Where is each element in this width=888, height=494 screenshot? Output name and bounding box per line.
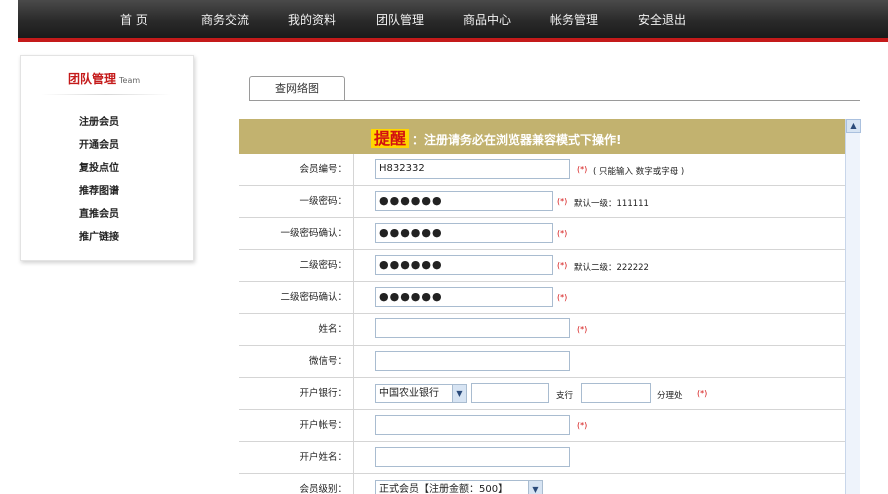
member-id-required: (*): [577, 165, 588, 174]
chevron-down-icon: ▼: [452, 385, 466, 402]
nav-profile[interactable]: 我的资料: [288, 11, 336, 28]
form-row-pwd1: 一级密码： ●●●●●● (*) 默认一级：111111: [239, 186, 845, 218]
account-no-required: (*): [577, 421, 588, 430]
bank-sub-branch-label: 分理处: [657, 391, 683, 401]
form-row-bank: 开户银行： 中国农业银行 ▼ 支行 分理处 (*): [239, 378, 845, 410]
form-scrollbar[interactable]: ▲: [845, 119, 861, 494]
wechat-input[interactable]: [375, 351, 570, 371]
sidebar-title: 团队管理 Team: [68, 70, 140, 87]
form-row-pwd1-confirm: 一级密码确认： ●●●●●● (*): [239, 218, 845, 250]
tab-divider: [249, 100, 860, 101]
notice-highlight: 提醒: [371, 129, 410, 148]
pwd1-confirm-label: 一级密码确认：: [239, 218, 354, 250]
notice-text: ：注册请务必在浏览器兼容模式下操作!: [412, 133, 622, 147]
pwd1-input[interactable]: ●●●●●●: [375, 191, 553, 211]
sidebar: 团队管理 Team 注册会员 开通会员 复投点位 推荐图谱 直推会员 推广链接: [20, 55, 194, 261]
sidebar-item-referral-map[interactable]: 推荐图谱: [79, 182, 119, 197]
nav-logout[interactable]: 安全退出: [638, 11, 686, 28]
wechat-label: 微信号：: [239, 346, 354, 378]
nav-home[interactable]: 首 页: [120, 11, 148, 28]
register-form: 会员编号： H832332 (*) ( 只能输入 数字或字母 ) 一级密码： ●…: [239, 154, 845, 494]
member-id-label: 会员编号：: [239, 154, 354, 186]
bank-select-value: 中国农业银行: [379, 388, 439, 399]
form-row-account-no: 开户帐号： (*): [239, 410, 845, 442]
bank-label: 开户银行：: [239, 378, 354, 410]
scroll-up-arrow-icon[interactable]: ▲: [846, 119, 861, 133]
nav-team[interactable]: 团队管理: [376, 11, 424, 28]
pwd1-required: (*): [557, 197, 568, 206]
form-row-pwd2: 二级密码： ●●●●●● (*) 默认二级：222222: [239, 250, 845, 282]
nav-accounts[interactable]: 帐务管理: [550, 11, 598, 28]
account-name-label: 开户姓名：: [239, 442, 354, 474]
tab-network-map[interactable]: 查网络图: [249, 76, 345, 101]
account-name-input[interactable]: [375, 447, 570, 467]
form-row-level: 会员级别： 正式会员【注册金额：500】 ▼: [239, 474, 845, 494]
chevron-down-icon: ▼: [528, 481, 542, 494]
bank-select[interactable]: 中国农业银行 ▼: [375, 384, 467, 403]
sidebar-title-en: Team: [119, 76, 141, 85]
account-no-label: 开户帐号：: [239, 410, 354, 442]
sidebar-item-promo-link[interactable]: 推广链接: [79, 228, 119, 243]
nav-business[interactable]: 商务交流: [201, 11, 249, 28]
form-row-pwd2-confirm: 二级密码确认： ●●●●●● (*): [239, 282, 845, 314]
sidebar-item-register[interactable]: 注册会员: [79, 113, 119, 128]
nav-accent-bar: [18, 38, 888, 42]
pwd2-confirm-required: (*): [557, 293, 568, 302]
notice-banner: 提醒 ：注册请务必在浏览器兼容模式下操作!: [239, 119, 845, 154]
form-row-name: 姓名： (*): [239, 314, 845, 346]
nav-products[interactable]: 商品中心: [463, 11, 511, 28]
level-label: 会员级别：: [239, 474, 354, 494]
pwd1-label: 一级密码：: [239, 186, 354, 218]
name-input[interactable]: [375, 318, 570, 338]
name-required: (*): [577, 325, 588, 334]
bank-branch-input[interactable]: [471, 383, 549, 403]
pwd2-hint: 默认二级：222222: [574, 263, 649, 273]
form-row-wechat: 微信号：: [239, 346, 845, 378]
sidebar-item-direct-members[interactable]: 直推会员: [79, 205, 119, 220]
sidebar-title-text: 团队管理: [68, 72, 117, 86]
pwd2-input[interactable]: ●●●●●●: [375, 255, 553, 275]
bank-sub-branch-input[interactable]: [581, 383, 651, 403]
form-row-member-id: 会员编号： H832332 (*) ( 只能输入 数字或字母 ): [239, 154, 845, 186]
level-select-value: 正式会员【注册金额：500】: [379, 484, 509, 494]
level-select[interactable]: 正式会员【注册金额：500】 ▼: [375, 480, 543, 494]
form-row-account-name: 开户姓名：: [239, 442, 845, 474]
pwd2-required: (*): [557, 261, 568, 270]
pwd1-confirm-input[interactable]: ●●●●●●: [375, 223, 553, 243]
account-no-input[interactable]: [375, 415, 570, 435]
member-id-input[interactable]: H832332: [375, 159, 570, 179]
top-nav: 首 页 商务交流 我的资料 团队管理 商品中心 帐务管理 安全退出: [18, 0, 888, 38]
sidebar-item-reinvest[interactable]: 复投点位: [79, 159, 119, 174]
pwd2-label: 二级密码：: [239, 250, 354, 282]
pwd2-confirm-label: 二级密码确认：: [239, 282, 354, 314]
pwd2-confirm-input[interactable]: ●●●●●●: [375, 287, 553, 307]
pwd1-confirm-required: (*): [557, 229, 568, 238]
bank-branch-label: 支行: [556, 391, 574, 401]
sidebar-divider: [41, 94, 171, 95]
pwd1-hint: 默认一级：111111: [574, 199, 649, 209]
member-id-hint: ( 只能输入 数字或字母 ): [593, 167, 685, 177]
name-label: 姓名：: [239, 314, 354, 346]
bank-required: (*): [697, 389, 708, 398]
sidebar-item-activate[interactable]: 开通会员: [79, 136, 119, 151]
